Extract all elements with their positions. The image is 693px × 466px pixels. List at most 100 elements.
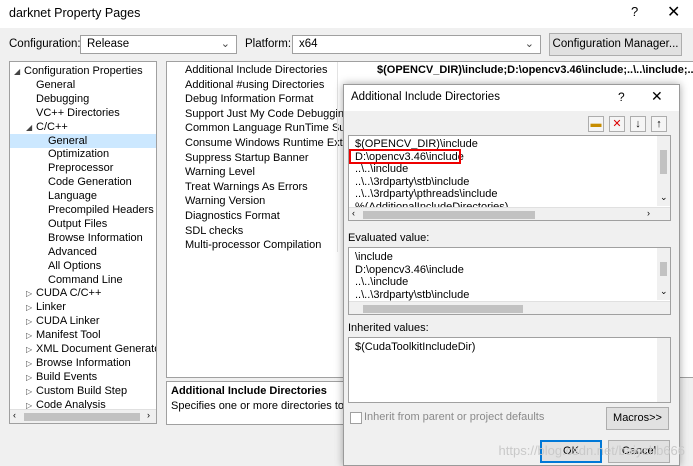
delete-icon[interactable]: ✕ xyxy=(609,116,625,132)
expand-arrow-icon[interactable]: ▷ xyxy=(26,287,36,301)
tree-item[interactable]: Debugging xyxy=(10,92,89,106)
tree-item[interactable]: Precompiled Headers xyxy=(10,203,154,217)
property-name: Warning Version xyxy=(185,195,266,208)
tree-item-label: VC++ Directories xyxy=(36,106,120,119)
configuration-label: Configuration: xyxy=(9,38,81,50)
evaluated-label: Evaluated value: xyxy=(348,232,430,244)
tree-item[interactable]: Command Line xyxy=(10,273,123,287)
tree-horizontal-scrollbar[interactable]: ‹ › xyxy=(10,409,156,423)
property-name: SDL checks xyxy=(185,224,244,237)
title-bar: darknet Property Pages ? ✕ xyxy=(0,0,693,28)
evaluated-horizontal-scrollbar[interactable] xyxy=(349,301,670,314)
collapse-arrow-icon[interactable]: ◢ xyxy=(14,65,24,79)
scroll-thumb[interactable] xyxy=(24,413,140,421)
category-tree[interactable]: ◢ Configuration Properties General Debuggin… xyxy=(9,61,157,424)
expand-arrow-icon[interactable]: ▷ xyxy=(26,301,36,315)
expand-arrow-icon[interactable]: ▷ xyxy=(26,315,36,329)
expand-arrow-icon[interactable]: ▷ xyxy=(26,329,36,343)
property-name: Additional #using Directories xyxy=(185,78,325,91)
tree-item-label: Browse Information xyxy=(36,356,131,369)
chevron-down-icon: ⌄ xyxy=(220,38,230,50)
directories-editor[interactable]: $(OPENCV_DIR)\include D:\opencv3.46\inclu… xyxy=(348,135,671,221)
expand-arrow-icon[interactable]: ▷ xyxy=(26,357,36,371)
tree-item[interactable]: General xyxy=(10,133,156,148)
inherit-checkbox-label: Inherit from parent or project defaults xyxy=(364,411,545,423)
tree-item[interactable]: Browse Information xyxy=(10,231,143,245)
tree-item[interactable]: ▷ CUDA C/C++ xyxy=(10,286,101,300)
macros-button[interactable]: Macros>> xyxy=(606,407,669,430)
scroll-thumb[interactable] xyxy=(363,305,523,313)
tree-item[interactable]: Preprocessor xyxy=(10,161,113,175)
entries-line[interactable]: ..\..\3rdparty\pthreads\include xyxy=(355,188,497,201)
tree-item[interactable]: ▷ CUDA Linker xyxy=(10,314,100,328)
scroll-right-icon[interactable]: › xyxy=(647,208,650,218)
tree-item-label: General xyxy=(48,134,88,147)
tree-item[interactable]: ▷ Manifest Tool xyxy=(10,328,101,342)
entries-line[interactable]: ..\..\include xyxy=(355,163,408,176)
evaluated-value-box: \include D:\opencv3.46\include ..\..\inclu… xyxy=(348,247,671,315)
scroll-thumb[interactable] xyxy=(660,262,667,276)
inherit-checkbox[interactable] xyxy=(350,412,362,424)
column-divider[interactable] xyxy=(337,62,338,252)
tree-item[interactable]: Language xyxy=(10,189,97,203)
tree-item[interactable]: ▷ Linker xyxy=(10,300,66,314)
property-value[interactable]: $(OPENCV_DIR)\include;D:\opencv3.46\incl… xyxy=(377,63,693,78)
tree-item[interactable]: ▷ Browse Information xyxy=(10,356,131,370)
inherited-vertical-scrollbar[interactable] xyxy=(657,338,670,402)
window-title: darknet Property Pages xyxy=(9,6,141,20)
tree-item[interactable]: ◢ Configuration Properties xyxy=(10,64,143,78)
editor-horizontal-scrollbar[interactable]: ‹ › xyxy=(349,207,670,220)
tree-item-label: XML Document Generato xyxy=(36,343,157,355)
tree-item[interactable]: All Options xyxy=(10,259,101,273)
evaluated-line: D:\opencv3.46\include xyxy=(355,263,464,276)
expand-arrow-icon[interactable]: ▷ xyxy=(26,371,36,385)
expand-arrow-icon[interactable]: ▷ xyxy=(26,343,36,357)
property-row[interactable]: Additional Include Directories $(OPENCV_D… xyxy=(167,63,693,78)
new-line-icon[interactable]: ▬ xyxy=(588,116,604,132)
tree-item-label: Optimization xyxy=(48,148,110,161)
scroll-thumb[interactable] xyxy=(660,150,667,174)
tree-item[interactable]: ▷ XML Document Generato xyxy=(10,342,157,357)
move-down-icon[interactable]: ↓ xyxy=(630,116,646,132)
tree-item[interactable]: Advanced xyxy=(10,245,97,259)
property-name: Consume Windows Runtime Extens xyxy=(185,137,361,149)
evaluated-line: \include xyxy=(355,251,393,263)
collapse-arrow-icon[interactable]: ◢ xyxy=(26,121,36,135)
evaluated-line: ..\..\include xyxy=(355,276,409,289)
tree-item[interactable]: ▷ Build Events xyxy=(10,370,97,384)
help-icon[interactable]: ? xyxy=(631,4,638,19)
entries-line[interactable]: ..\..\3rdparty\stb\include xyxy=(355,176,469,189)
property-name: Treat Warnings As Errors xyxy=(185,180,308,193)
configuration-select[interactable]: Release ⌄ xyxy=(80,35,237,54)
tree-item-label: Language xyxy=(48,190,97,203)
editor-vertical-scrollbar[interactable]: ⌄ xyxy=(657,136,670,206)
scroll-left-icon[interactable]: ‹ xyxy=(352,208,355,218)
expand-arrow-icon[interactable]: ▷ xyxy=(26,385,36,399)
tree-item[interactable]: VC++ Directories xyxy=(10,106,120,120)
dialog-help-icon[interactable]: ? xyxy=(618,90,625,104)
scroll-right-icon[interactable]: › xyxy=(147,410,150,420)
inherited-label: Inherited values: xyxy=(348,322,429,334)
tree-item[interactable]: ▷ Custom Build Step xyxy=(10,384,127,398)
scroll-left-icon[interactable]: ‹ xyxy=(13,410,16,420)
scroll-down-icon[interactable]: ⌄ xyxy=(660,286,668,297)
tree-item[interactable]: Optimization xyxy=(10,147,109,161)
close-icon[interactable]: ✕ xyxy=(667,2,680,22)
scroll-thumb[interactable] xyxy=(363,211,535,219)
tree-item[interactable]: Output Files xyxy=(10,217,107,231)
evaluated-line: ..\..\3rdparty\stb\include xyxy=(355,288,470,301)
dialog-close-icon[interactable]: ✕ xyxy=(651,88,663,105)
scroll-down-icon[interactable]: ⌄ xyxy=(660,192,668,203)
platform-select[interactable]: x64 ⌄ xyxy=(292,35,541,54)
tree-item-label: Preprocessor xyxy=(48,162,114,175)
evaluated-vertical-scrollbar[interactable]: ⌄ xyxy=(657,248,670,300)
tree-item[interactable]: General xyxy=(10,78,75,92)
tree-item-label: Build Events xyxy=(36,370,98,383)
tree-item[interactable]: ◢ C/C++ xyxy=(10,120,68,134)
move-up-icon[interactable]: ↑ xyxy=(651,116,667,132)
description-title: Additional Include Directories xyxy=(171,385,327,397)
tree-item[interactable]: Code Generation xyxy=(10,175,132,189)
configuration-manager-button[interactable]: Configuration Manager... xyxy=(549,33,682,56)
dialog-title-bar: Additional Include Directories ? ✕ xyxy=(344,85,679,111)
property-name: Multi-processor Compilation xyxy=(185,239,322,252)
